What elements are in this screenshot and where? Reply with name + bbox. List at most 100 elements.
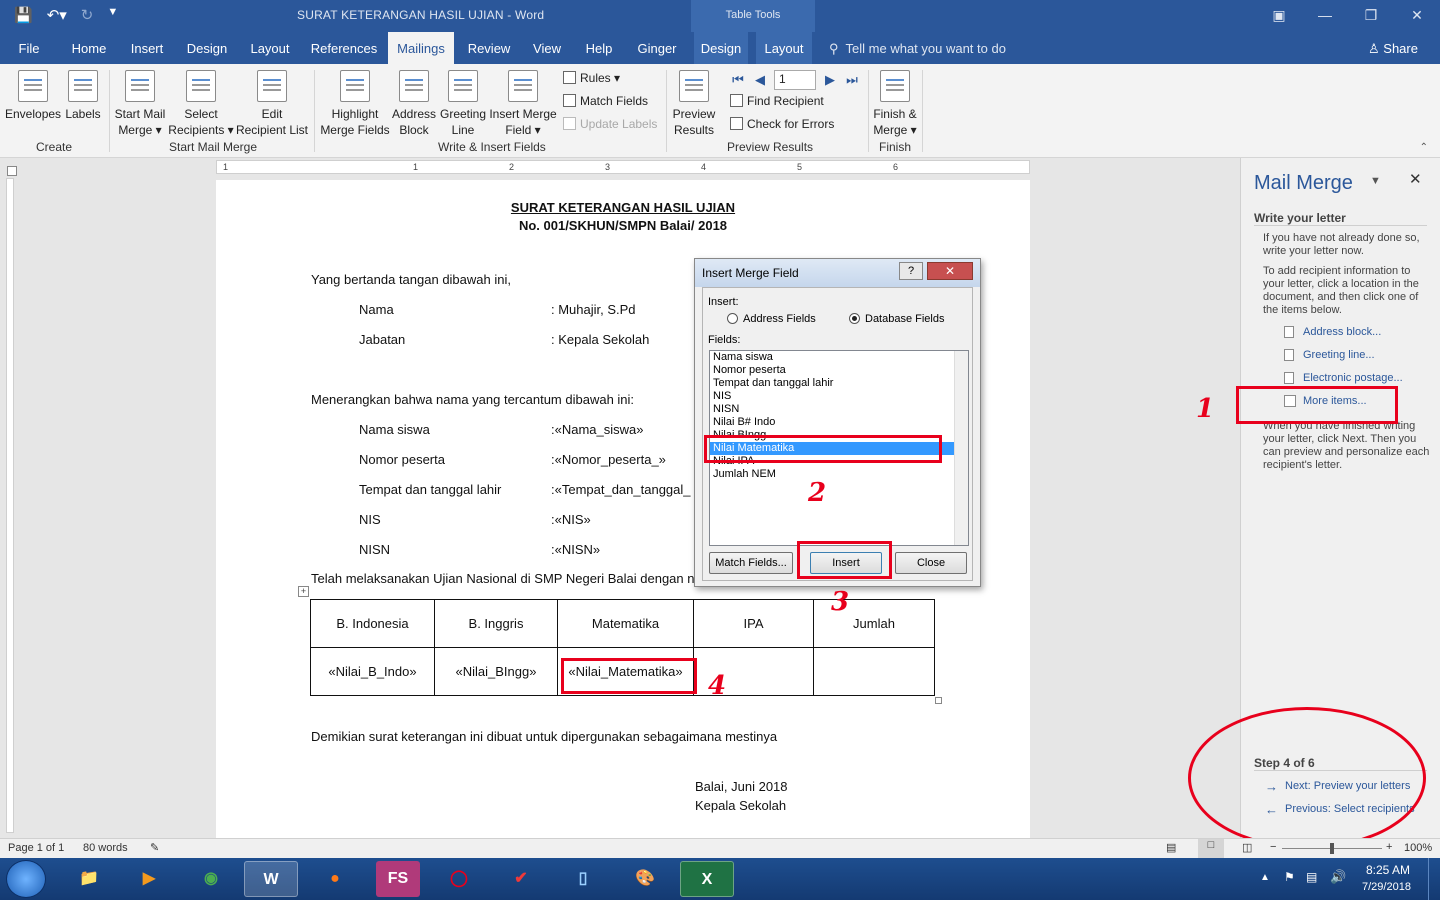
excel-icon[interactable]: X <box>680 861 734 897</box>
tab-mailings[interactable]: Mailings <box>388 32 454 64</box>
list-item[interactable]: Tempat dan tanggal lahir <box>710 377 968 390</box>
tab-design[interactable]: Design <box>182 32 232 64</box>
dialog-close-icon[interactable]: ✕ <box>927 262 973 280</box>
network-icon[interactable]: ▤ <box>1306 870 1317 884</box>
record-number-input[interactable]: 1 <box>774 70 816 90</box>
address-block-link[interactable]: Address block... <box>1303 326 1381 338</box>
match-fields-button[interactable]: Match Fields <box>563 93 648 109</box>
list-item[interactable]: NIS <box>710 390 968 403</box>
tab-selector-icon[interactable] <box>7 166 17 176</box>
finish-merge-button[interactable]: Finish & Merge ▾ <box>872 70 918 138</box>
tab-insert[interactable]: Insert <box>124 32 170 64</box>
tell-me-search[interactable]: ⚲ Tell me what you want to do <box>829 32 1006 64</box>
table-cell[interactable]: «Nilai_B_Indo» <box>310 647 435 696</box>
tab-help[interactable]: Help <box>580 32 618 64</box>
save-icon[interactable]: 💾 <box>14 6 33 24</box>
proofing-icon[interactable]: ✎ <box>150 841 159 854</box>
clock-time[interactable]: 8:25 AM <box>1366 863 1410 877</box>
address-block-button[interactable]: Address Block <box>390 70 438 138</box>
media-player-icon[interactable]: ▶ <box>122 861 176 897</box>
tab-file[interactable]: File <box>10 32 48 64</box>
match-fields-dialog-button[interactable]: Match Fields... <box>709 552 793 574</box>
dialog-help-button[interactable]: ? <box>899 262 923 280</box>
table-header-cell[interactable]: IPA <box>693 599 814 648</box>
start-mail-merge-button[interactable]: Start Mail Merge ▾ <box>112 70 168 138</box>
address-fields-radio[interactable]: Address Fields <box>727 313 816 325</box>
pane-close-icon[interactable]: ✕ <box>1409 170 1422 188</box>
share-button[interactable]: ♙ Share <box>1368 32 1418 64</box>
update-labels-button[interactable]: Update Labels <box>563 116 657 132</box>
table-cell[interactable] <box>813 647 935 696</box>
envelopes-button[interactable]: Envelopes <box>5 70 61 122</box>
customize-qat-icon[interactable]: ▼ <box>107 6 118 24</box>
electronic-postage-link[interactable]: Electronic postage... <box>1303 372 1403 384</box>
listbox-scrollbar[interactable] <box>954 351 968 545</box>
read-mode-icon[interactable]: ▤ <box>1166 841 1176 854</box>
insert-merge-field-button[interactable]: Insert Merge Field ▾ <box>488 70 558 138</box>
zoom-in-icon[interactable]: + <box>1386 841 1392 853</box>
show-desktop-button[interactable] <box>1428 858 1440 900</box>
table-resize-handle[interactable] <box>935 697 942 704</box>
redo-icon[interactable]: ↻ <box>81 6 94 24</box>
clock-date[interactable]: 7/29/2018 <box>1362 881 1411 893</box>
list-item[interactable]: Jumlah NEM <box>710 468 968 481</box>
last-record-icon[interactable]: ⏭ <box>844 72 860 88</box>
page-count[interactable]: Page 1 of 1 <box>8 842 64 854</box>
next-record-icon[interactable]: ▶ <box>822 72 838 88</box>
preview-results-button[interactable]: Preview Results <box>670 70 718 138</box>
tab-references[interactable]: References <box>308 32 380 64</box>
list-item[interactable]: Nama siswa <box>710 351 968 364</box>
tab-view[interactable]: View <box>526 32 568 64</box>
paint-icon[interactable]: 🎨 <box>618 861 672 897</box>
notepad-icon[interactable]: ▯ <box>556 861 610 897</box>
pane-options-icon[interactable]: ▼ <box>1370 175 1381 187</box>
table-header-cell[interactable]: B. Indonesia <box>310 599 435 648</box>
greeting-line-button[interactable]: Greeting Line <box>438 70 488 138</box>
tab-layout[interactable]: Layout <box>244 32 296 64</box>
minimize-button[interactable]: — <box>1302 0 1348 32</box>
previous-record-icon[interactable]: ◀ <box>752 72 768 88</box>
volume-icon[interactable]: 🔊 <box>1330 869 1346 885</box>
close-button[interactable]: Close <box>895 552 967 574</box>
find-recipient-button[interactable]: Find Recipient <box>730 93 824 109</box>
check-errors-button[interactable]: Check for Errors <box>730 116 834 132</box>
database-fields-radio[interactable]: Database Fields <box>849 313 945 325</box>
explorer-icon[interactable]: 📁 <box>62 861 116 897</box>
edit-recipient-list-button[interactable]: Edit Recipient List <box>234 70 310 138</box>
flag-icon[interactable]: ⚑ <box>1284 870 1295 884</box>
tab-table-layout[interactable]: Layout <box>756 32 812 64</box>
show-hidden-icons[interactable]: ▲ <box>1260 872 1270 883</box>
table-header-cell[interactable]: B. Inggris <box>434 599 558 648</box>
greeting-line-link[interactable]: Greeting line... <box>1303 349 1375 361</box>
word-icon[interactable]: W <box>244 861 298 897</box>
zoom-out-icon[interactable]: − <box>1270 841 1276 853</box>
start-button[interactable] <box>6 860 46 898</box>
table-header-cell[interactable]: Matematika <box>557 599 694 648</box>
list-item[interactable]: NISN <box>710 403 968 416</box>
table-move-handle-icon[interactable]: + <box>298 586 309 597</box>
tab-home[interactable]: Home <box>66 32 112 64</box>
zoom-slider-thumb[interactable] <box>1330 843 1334 854</box>
list-item[interactable]: Nomor peserta <box>710 364 968 377</box>
tab-ginger[interactable]: Ginger <box>630 32 684 64</box>
close-window-button[interactable]: ✕ <box>1394 0 1440 32</box>
table-cell[interactable]: «Nilai_BIngg» <box>434 647 558 696</box>
labels-button[interactable]: Labels <box>62 70 104 122</box>
firefox-icon[interactable]: ● <box>308 861 362 897</box>
tab-review[interactable]: Review <box>462 32 516 64</box>
web-layout-icon[interactable]: ◫ <box>1242 841 1252 854</box>
ribbon-display-options-icon[interactable]: ▣ <box>1256 0 1302 32</box>
select-recipients-button[interactable]: Select Recipients ▾ <box>168 70 234 138</box>
undo-icon[interactable]: ↶▾ <box>47 6 67 24</box>
word-count[interactable]: 80 words <box>83 842 128 854</box>
vivaldi-icon[interactable]: ✔ <box>494 861 548 897</box>
opera-icon[interactable]: ◯ <box>432 861 486 897</box>
highlight-merge-fields-button[interactable]: Highlight Merge Fields <box>320 70 390 138</box>
restore-button[interactable]: ❐ <box>1348 0 1394 32</box>
zoom-level[interactable]: 100% <box>1404 842 1432 854</box>
collapse-ribbon-icon[interactable]: ⌃ <box>1420 142 1428 153</box>
rules-button[interactable]: Rules ▾ <box>563 70 620 86</box>
tab-table-design[interactable]: Design <box>694 32 748 64</box>
chrome-icon[interactable]: ◉ <box>184 861 238 897</box>
faststone-icon[interactable]: FS <box>376 861 420 897</box>
